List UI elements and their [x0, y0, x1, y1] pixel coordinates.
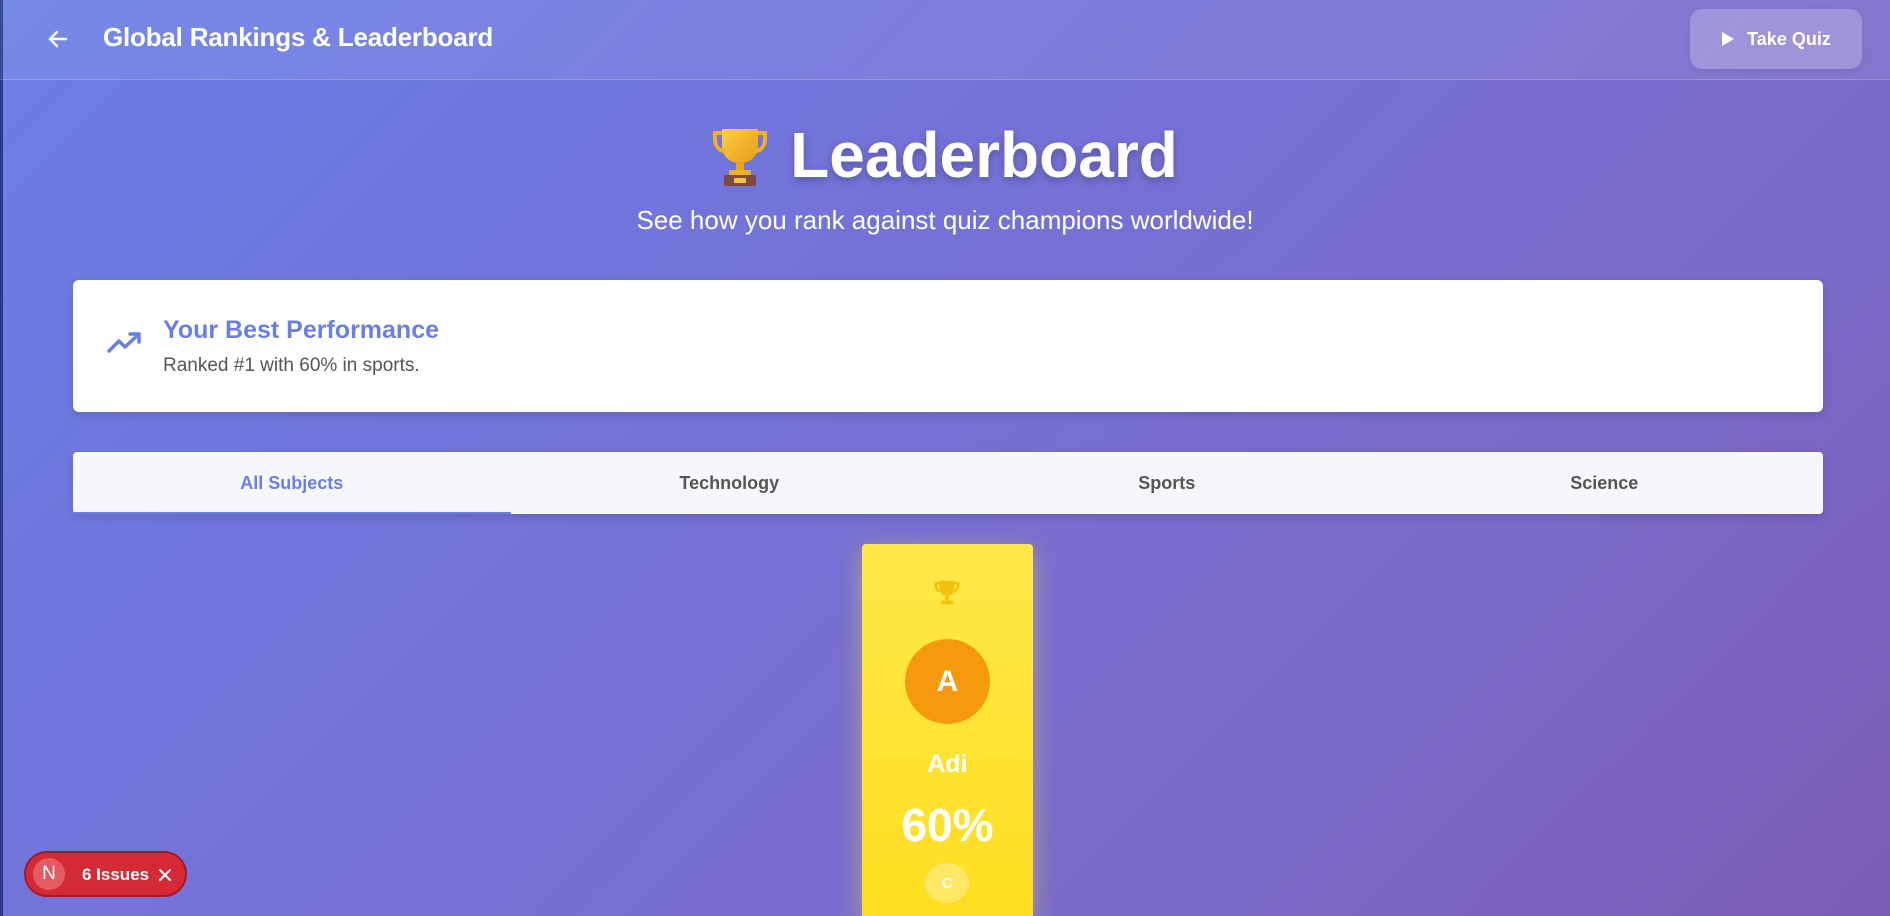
tab-technology[interactable]: Technology [511, 452, 949, 514]
subject-tabs: All Subjects Technology Sports Science [73, 452, 1823, 514]
page-title: Global Rankings & Leaderboard [103, 22, 494, 52]
trending-up-icon [107, 332, 141, 353]
app-bar: Global Rankings & Leaderboard Take Quiz [0, 0, 1890, 80]
close-icon[interactable] [157, 867, 173, 883]
trophy-icon [713, 129, 768, 186]
tab-all-subjects[interactable]: All Subjects [73, 452, 511, 514]
issues-label: 6 Issues [82, 865, 150, 884]
back-button[interactable] [42, 22, 74, 56]
best-performance-title: Your Best Performance [163, 316, 440, 344]
avatar: A [905, 639, 990, 724]
best-performance-description: Ranked #1 with 60% in sports. [163, 355, 420, 376]
issues-logo: N [33, 858, 65, 890]
player-badge: C [925, 863, 969, 903]
best-performance-card: Your Best Performance Ranked #1 with 60%… [73, 280, 1823, 412]
issues-badge[interactable]: N 6 Issues [24, 851, 187, 897]
trophy-icon [934, 580, 960, 605]
take-quiz-button[interactable]: Take Quiz [1690, 9, 1862, 69]
hero-subtitle: See how you rank against quiz champions … [636, 205, 1254, 235]
arrow-left-icon [48, 30, 68, 48]
tab-sports[interactable]: Sports [948, 452, 1386, 514]
player-name: Adi [927, 750, 968, 778]
tab-science[interactable]: Science [1386, 452, 1824, 514]
take-quiz-label: Take Quiz [1747, 28, 1831, 49]
hero-title: Leaderboard [790, 119, 1178, 191]
player-score: 60% [901, 799, 994, 851]
play-icon [1722, 32, 1735, 46]
hero-heading: Leaderboard [0, 118, 1890, 192]
podium-first-place: A Adi 60% C [862, 544, 1033, 916]
